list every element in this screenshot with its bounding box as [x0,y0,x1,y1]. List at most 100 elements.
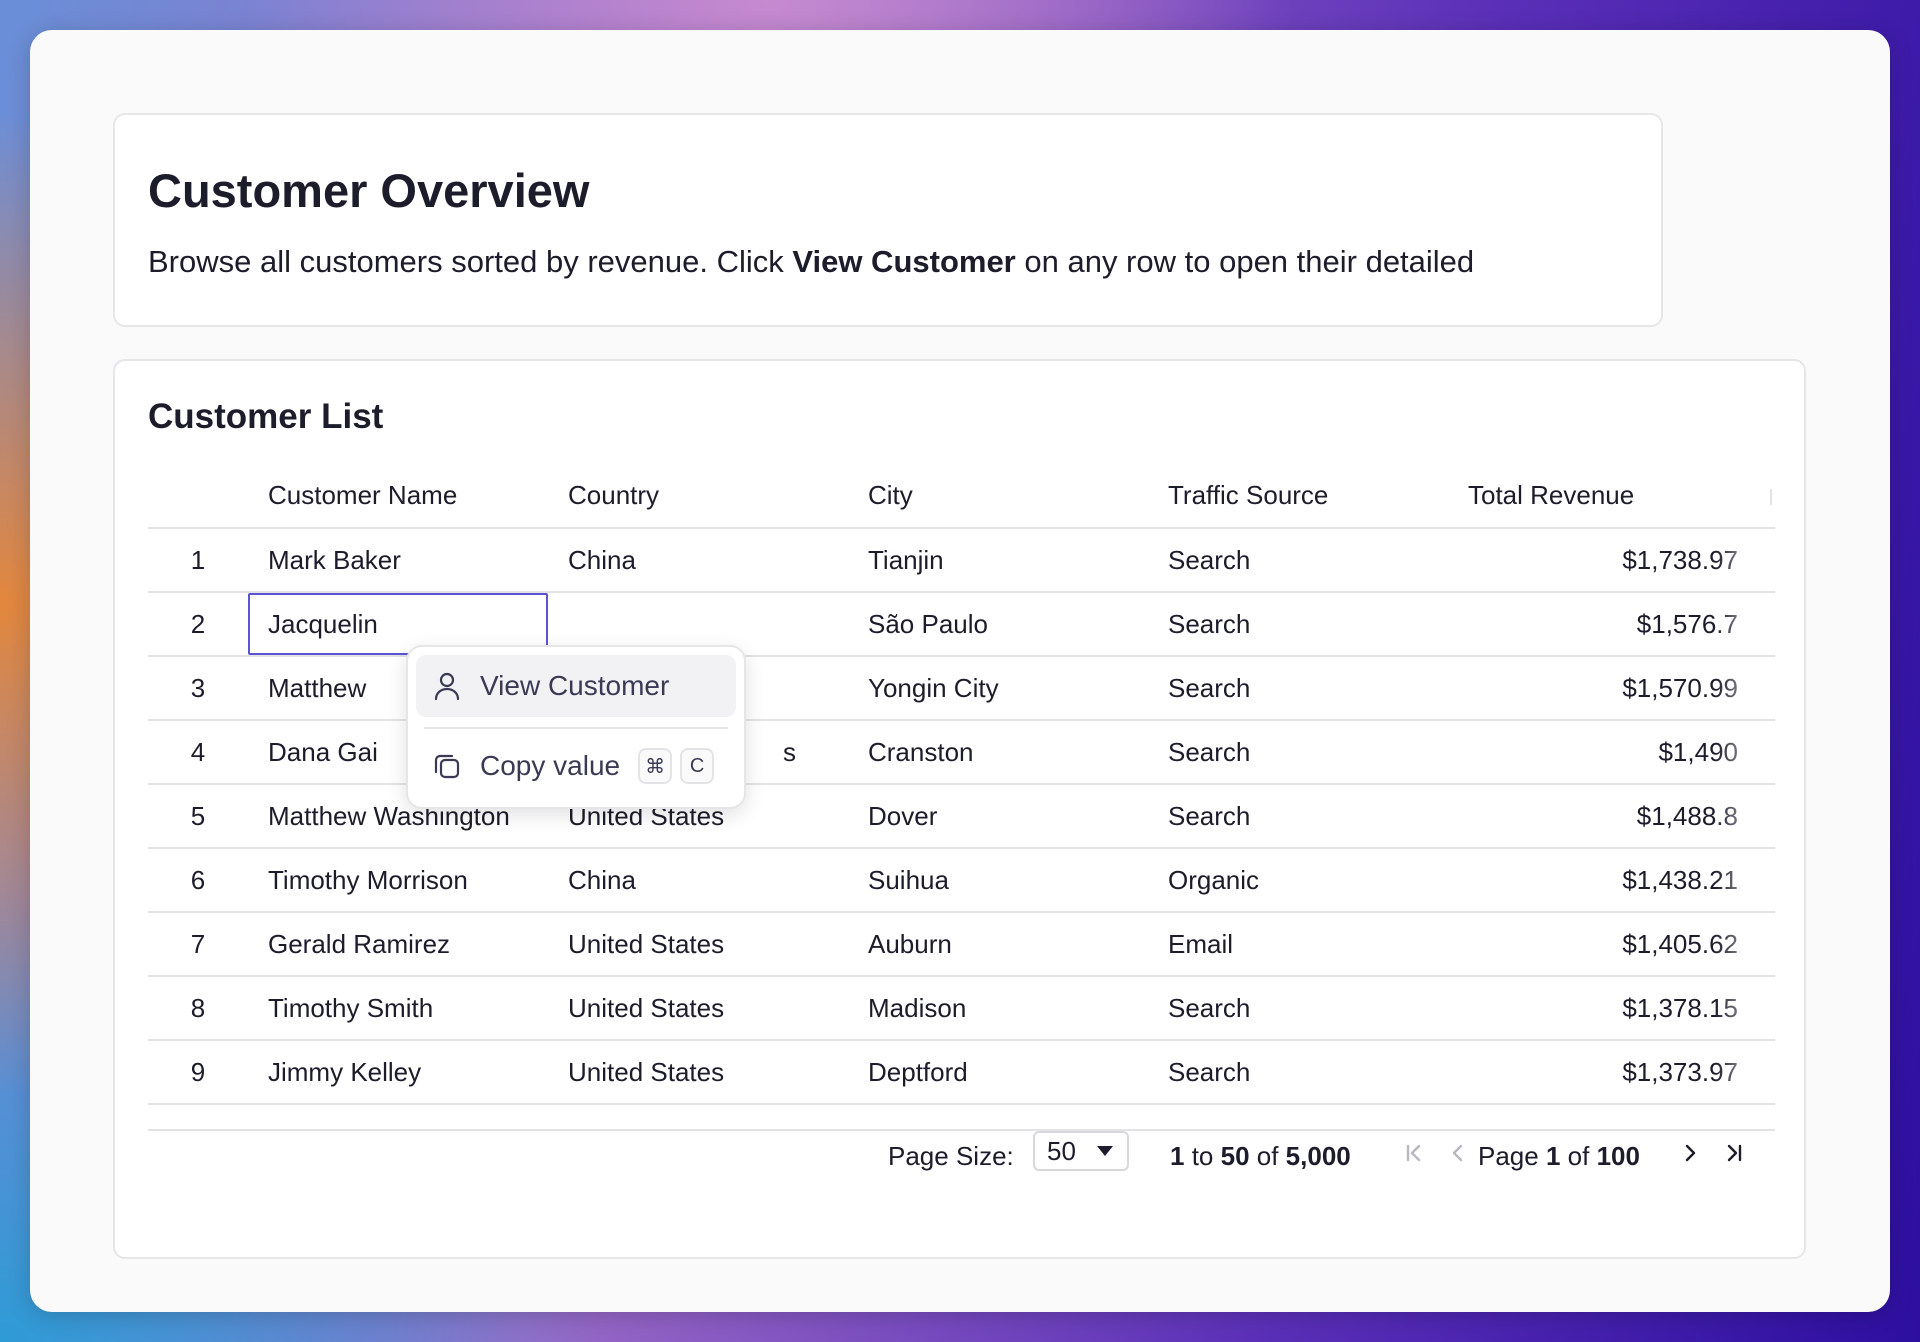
table-row[interactable]: 7 Gerald Ramirez United States Auburn Em… [148,913,1775,977]
scroll-fade [1715,529,1775,591]
city-cell[interactable]: São Paulo [868,593,1148,655]
caret-down-icon [1097,1146,1113,1156]
view-customer-menu-item[interactable]: View Customer [416,655,736,717]
row-index: 3 [190,672,206,703]
scroll-fade [1715,593,1775,655]
customer-name-cell[interactable]: Timothy Smith [268,977,558,1039]
page-title: Customer Overview [148,164,590,217]
grid-header: Customer Name Country City Traffic Sourc… [148,463,1775,529]
shortcut-letter-key: C [680,748,715,784]
city-cell[interactable]: Auburn [868,913,1148,975]
traffic-source-cell[interactable]: Search [1168,785,1448,847]
table-row[interactable]: 6 Timothy Morrison China Suihua Organic … [148,849,1775,913]
column-header-traffic-source[interactable]: Traffic Source [1168,463,1448,527]
table-row[interactable]: 9 Jimmy Kelley United States Deptford Se… [148,1041,1775,1105]
range-to-word: to [1184,1141,1221,1171]
traffic-source-cell[interactable]: Search [1168,529,1448,591]
row-index: 5 [190,800,206,831]
column-header-country[interactable]: Country [568,463,848,527]
overview-card: Customer Overview Browse all customers s… [113,113,1663,327]
row-index: 4 [190,736,206,767]
row-index: 9 [190,1056,206,1087]
traffic-source-cell[interactable]: Search [1168,1041,1448,1103]
view-customer-label: View Customer [480,670,670,701]
page-size-label: Page Size: [888,1141,1014,1171]
table-row[interactable]: 5 Matthew Washington United States Dover… [148,785,1775,849]
range-from: 1 [1170,1141,1185,1171]
city-cell[interactable]: Deptford [868,1041,1148,1103]
row-index: 2 [190,608,206,639]
pagination-bar: Page Size: 50 1 to 50 of 5,000 Page 1 of… [148,1121,1775,1191]
scroll-fade [1715,977,1775,1039]
total-revenue-cell[interactable]: $1,738.97 [1468,529,1738,591]
total-revenue-cell[interactable]: $1,378.15 [1468,977,1738,1039]
description-text-start: Browse all customers sorted by revenue. … [148,244,793,279]
country-cell[interactable]: United States [568,1041,848,1103]
next-page-icon[interactable] [1674,1137,1706,1169]
city-cell[interactable]: Madison [868,977,1148,1039]
city-cell[interactable]: Dover [868,785,1148,847]
country-cell[interactable]: United States [568,977,848,1039]
total-revenue-cell[interactable]: $1,373.97 [1468,1041,1738,1103]
total-revenue-cell[interactable]: $1,490 [1468,721,1738,783]
table-row[interactable]: 1 Mark Baker China Tianjin Search $1,738… [148,529,1775,593]
first-page-icon[interactable] [1398,1137,1430,1169]
customer-name-cell[interactable]: Jimmy Kelley [268,1041,558,1103]
range-of-word: of [1249,1141,1286,1171]
customer-name-cell[interactable]: Timothy Morrison [268,849,558,911]
total-revenue-cell[interactable]: $1,405.62 [1468,913,1738,975]
table-row[interactable]: 2 Jacquelin São Paulo Search $1,576.7 [148,593,1775,657]
column-header-customer-name[interactable]: Customer Name [268,463,558,527]
traffic-source-cell[interactable]: Search [1168,657,1448,719]
row-index: 7 [190,928,206,959]
page-size-select[interactable]: 50 [1033,1131,1129,1171]
total-revenue-cell[interactable]: $1,438.21 [1468,849,1738,911]
column-resize-handle[interactable] [1770,489,1772,505]
column-header-total-revenue[interactable]: Total Revenue [1468,463,1738,527]
page-indicator: Page 1 of 100 [1478,1141,1640,1172]
customer-list-card: Customer List Customer Name Country City… [113,359,1806,1259]
country-cell[interactable]: China [568,529,848,591]
table-row[interactable]: 3 Matthew Yongin City Search $1,570.99 [148,657,1775,721]
city-cell[interactable]: Suihua [868,849,1148,911]
page-of-word: of [1560,1141,1597,1171]
scroll-fade [1715,785,1775,847]
customer-name-cell[interactable]: Mark Baker [268,529,558,591]
customer-grid: Customer Name Country City Traffic Sourc… [148,463,1775,1131]
scroll-fade [1715,849,1775,911]
context-menu: View Customer Copy value ⌘ C [406,645,746,809]
total-revenue-cell[interactable]: $1,488.8 [1468,785,1738,847]
customer-name-cell[interactable]: Gerald Ramirez [268,913,558,975]
page-size-value: 50 [1047,1135,1076,1166]
table-row[interactable]: 4 Dana Gai s Cranston Search $1,490 [148,721,1775,785]
traffic-source-cell[interactable]: Search [1168,977,1448,1039]
total-revenue-cell[interactable]: $1,576.7 [1468,593,1738,655]
traffic-source-cell[interactable]: Email [1168,913,1448,975]
page-word: Page [1478,1141,1546,1171]
description-text-end: on any row to open their detailed [1015,244,1475,279]
app-window: Customer Overview Browse all customers s… [30,30,1890,1312]
shortcut-modifier-key: ⌘ [638,748,673,784]
list-title: Customer List [148,397,384,436]
previous-page-icon[interactable] [1442,1137,1474,1169]
city-cell[interactable]: Tianjin [868,529,1148,591]
row-index: 8 [190,992,206,1023]
row-index: 1 [190,544,206,575]
city-cell[interactable]: Yongin City [868,657,1148,719]
city-cell[interactable]: Cranston [868,721,1148,783]
traffic-source-cell[interactable]: Organic [1168,849,1448,911]
country-cell[interactable]: China [568,849,848,911]
total-revenue-cell[interactable]: $1,570.99 [1468,657,1738,719]
page-current: 1 [1545,1141,1561,1171]
traffic-source-cell[interactable]: Search [1168,593,1448,655]
column-header-city[interactable]: City [868,463,1148,527]
copy-value-label: Copy value [480,750,621,781]
traffic-source-cell[interactable]: Search [1168,721,1448,783]
copy-value-menu-item[interactable]: Copy value ⌘ C [416,735,736,797]
country-cell[interactable]: United States [568,913,848,975]
description-emphasis: View Customer [792,244,1016,279]
range-to: 50 [1220,1141,1250,1171]
last-page-icon[interactable] [1718,1137,1750,1169]
copy-icon [428,747,466,785]
table-row[interactable]: 8 Timothy Smith United States Madison Se… [148,977,1775,1041]
